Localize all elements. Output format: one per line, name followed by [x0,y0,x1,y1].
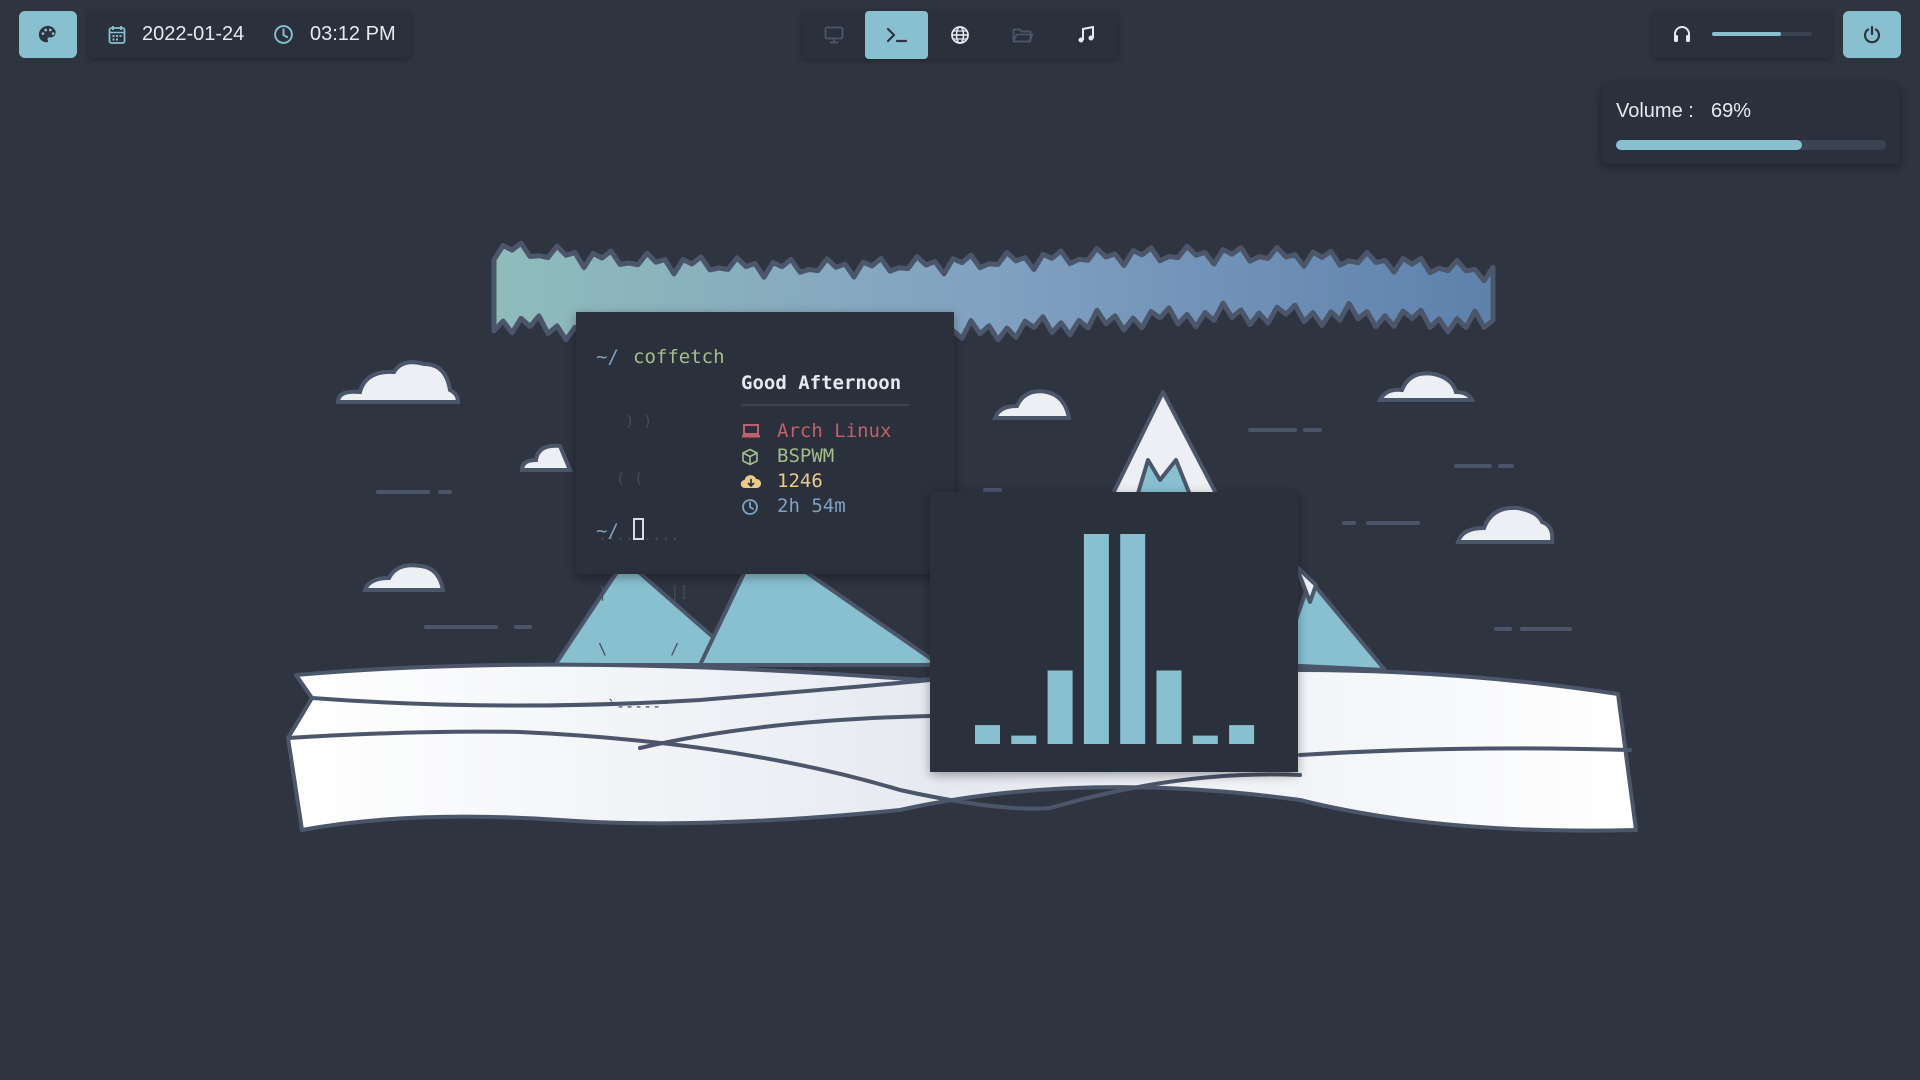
volume-progress-fill [1616,140,1803,150]
workspace-4-button[interactable] [991,11,1054,59]
art-line: `-----' [598,697,671,715]
monitor-icon [824,26,844,44]
coffee-ascii-art: ) ) ( ( ......... | |] \ / `-----' [598,374,688,754]
folder-icon [1012,26,1034,44]
visualizer-bar [1192,735,1218,744]
volume-progress-bar [1616,140,1886,150]
globe-icon [950,25,970,45]
art-line: \ / [598,640,680,658]
wm-text: BSPWM [777,445,835,467]
workspace-5-button[interactable] [1054,11,1117,59]
os-text: Arch Linux [777,420,892,442]
visualizer-bar [975,725,1000,744]
workspace-2-button[interactable] [865,11,928,59]
uptime-clock-icon [741,498,759,516]
visualizer-bar [1156,670,1182,744]
command-text: coffetch [633,346,725,368]
workspace-3-button[interactable] [928,11,991,59]
terminal-cursor [633,518,644,540]
laptop-icon [741,423,761,439]
volume-slider-fill [1712,32,1781,36]
volume-slider[interactable] [1712,32,1812,36]
datetime-widget: 2022-01-24 03:12 PM [88,11,410,58]
palette-icon [37,24,59,46]
greeting-divider [741,404,909,406]
art-line: ( ( [598,469,644,487]
uptime-text: 2h 54m [777,495,846,517]
theme-button[interactable] [19,11,77,58]
package-icon [741,448,759,466]
power-button[interactable] [1843,11,1901,58]
art-line: ) ) [598,412,653,430]
terminal-window[interactable]: ~/ coffetch ) ) ( ( ......... | |] \ / `… [576,312,954,715]
volume-notification: Volume : 69% [1602,84,1900,164]
audio-visualizer [930,492,1298,772]
greeting-text: Good Afternoon [741,372,902,394]
prompt-path-2: ~/ [596,520,619,542]
art-line: | |] [598,583,689,601]
visualizer-bar [1047,670,1073,744]
power-icon [1862,25,1882,45]
packages-count: 1246 [777,470,823,492]
prompt-path: ~/ [596,346,619,368]
cloud-download-icon [740,473,762,491]
volume-value: 69% [1711,100,1752,122]
volume-widget [1652,11,1832,58]
volume-label: Volume : [1616,100,1694,122]
music-note-icon [1077,26,1095,44]
visualizer-bar [1120,534,1146,744]
date-text: 2022-01-24 [142,23,245,45]
time-text: 03:12 PM [310,23,396,45]
visualizer-bar [1011,735,1037,744]
visualizer-bar [1229,725,1255,744]
clock-icon [273,24,294,45]
visualizer-bar [1083,534,1109,744]
calendar-icon [108,25,126,45]
workspace-1-button[interactable] [802,11,865,59]
workspace-switcher [802,11,1118,59]
terminal-icon [886,26,908,44]
headphones-icon[interactable] [1672,24,1692,44]
